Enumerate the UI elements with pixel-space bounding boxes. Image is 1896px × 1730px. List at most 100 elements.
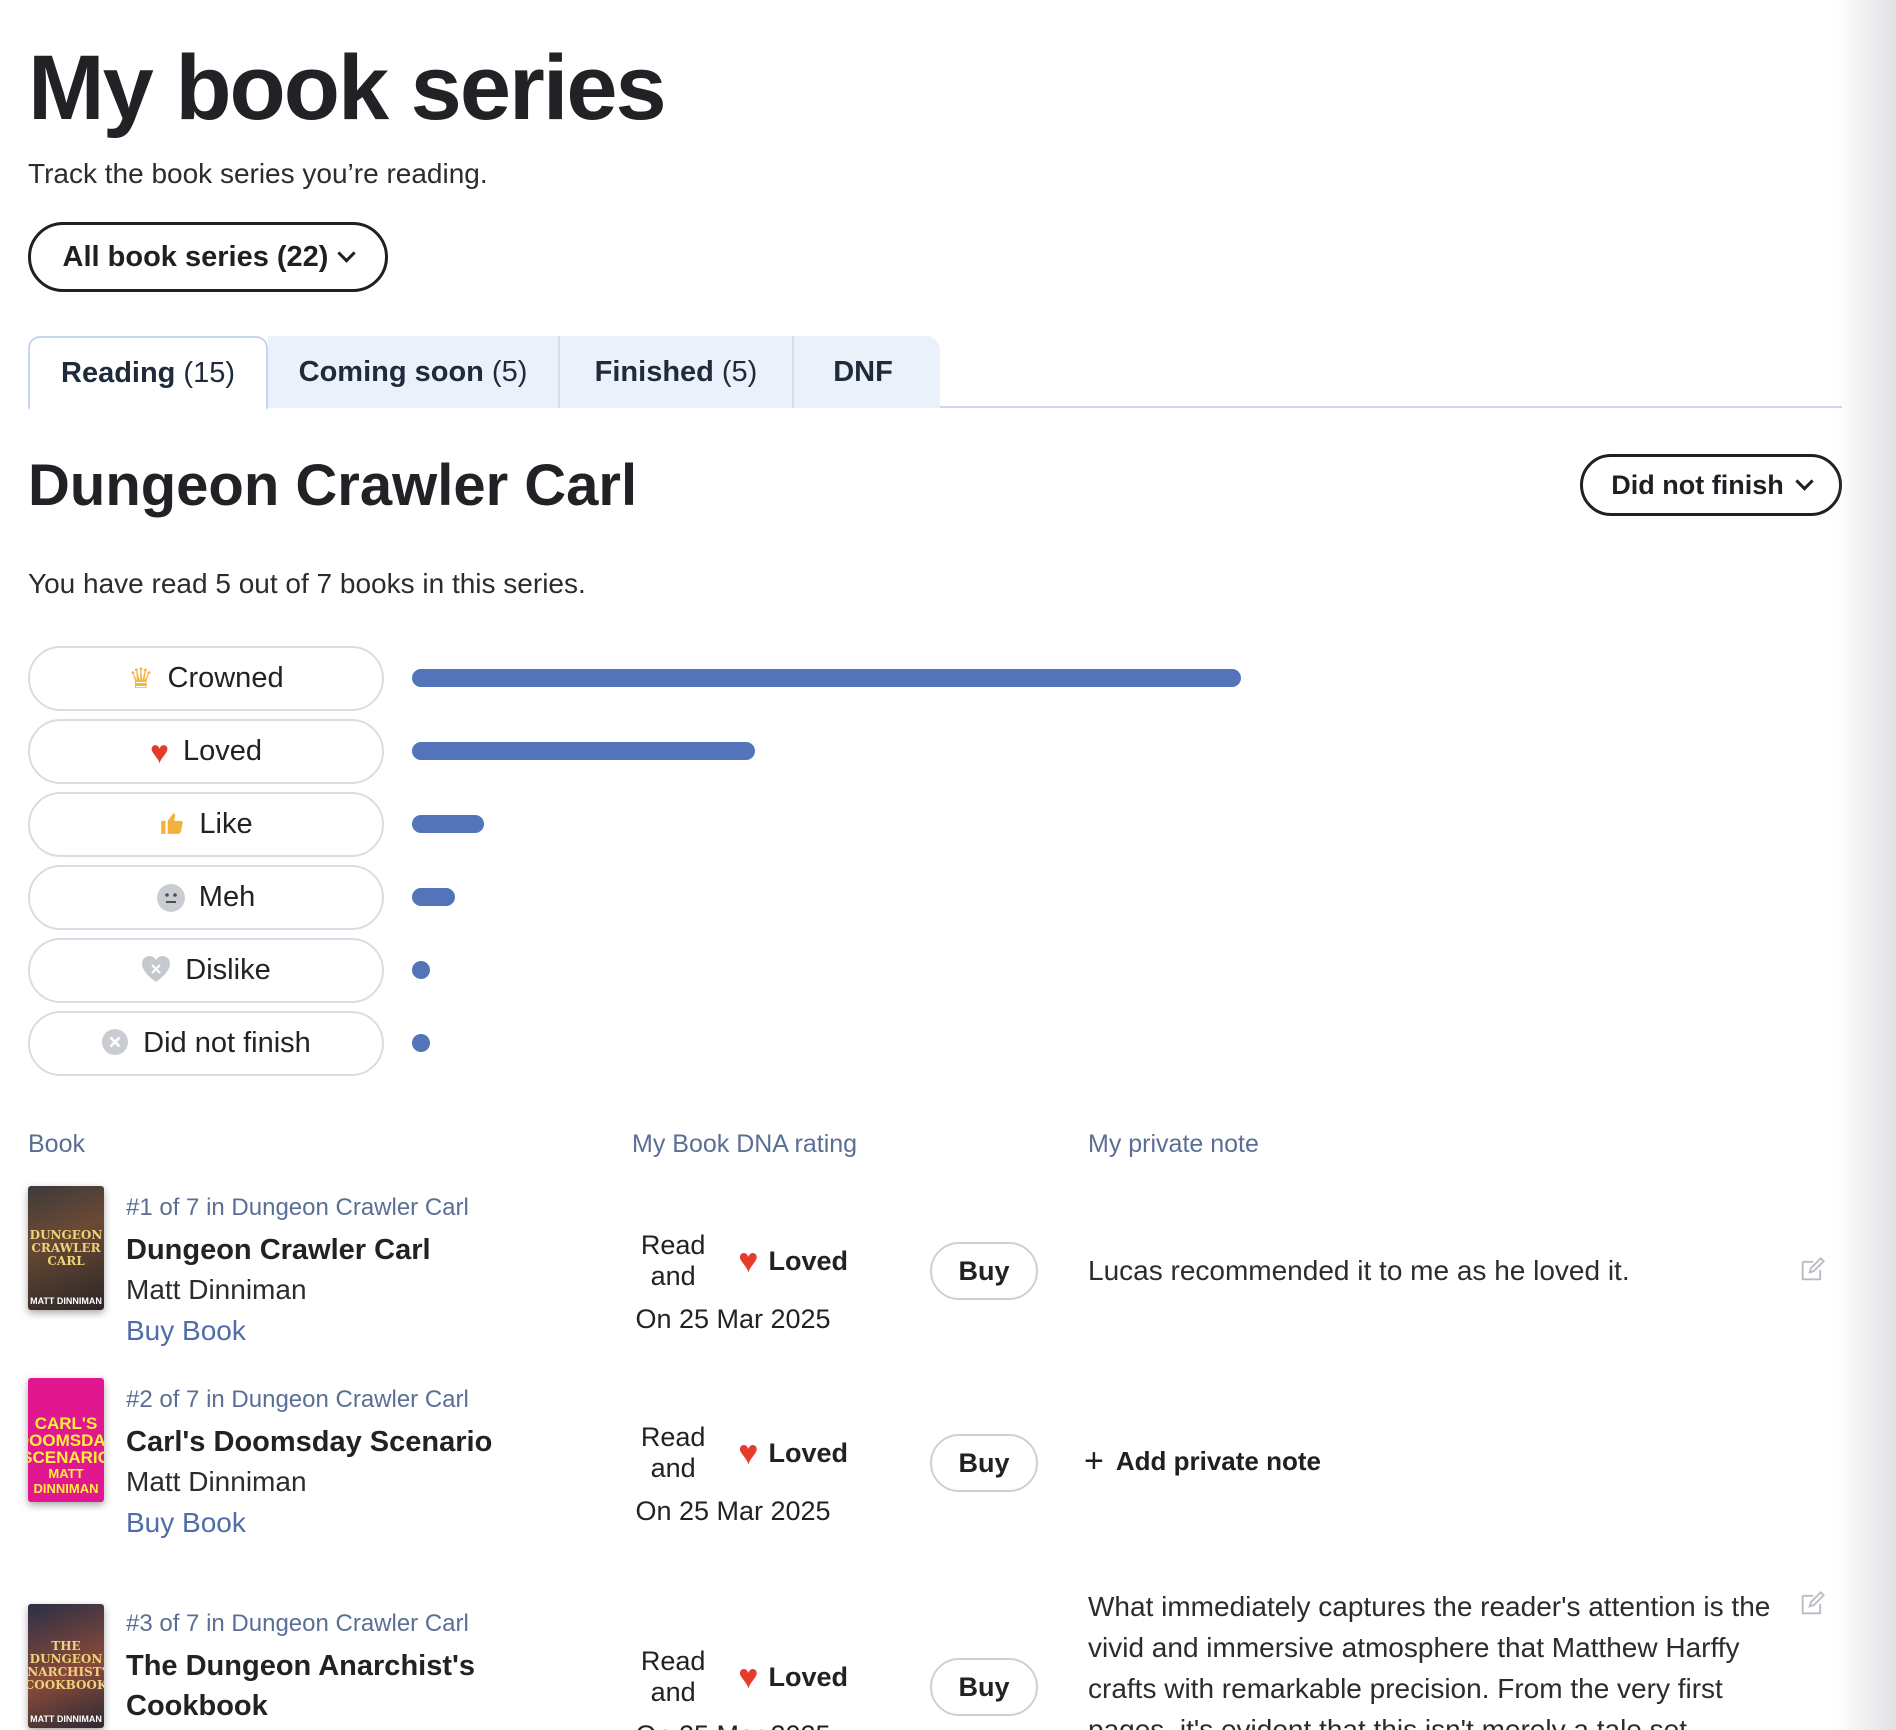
series-status-dropdown[interactable]: Did not finish — [1580, 454, 1842, 516]
window-edge-shadow — [1836, 0, 1896, 1730]
tab-coming-soon[interactable]: Coming soon (5) — [268, 336, 560, 408]
tab-dnf[interactable]: DNF — [794, 336, 940, 408]
add-private-note-button[interactable]: + Add private note — [1084, 1444, 1321, 1478]
series-filter-dropdown[interactable]: All book series (22) — [28, 222, 388, 292]
cover-author: MATT DINNIMAN — [33, 1466, 99, 1496]
page-subtitle: Track the book series you’re reading. — [28, 158, 488, 189]
book-series-position: #1 of 7 in Dungeon Crawler Carl — [126, 1194, 469, 1221]
column-header-note: My private note — [1088, 1130, 1259, 1158]
rating-row: Dislike — [28, 938, 1842, 1011]
rating-bar-track — [412, 815, 1842, 833]
tab-label: Finished — [594, 355, 714, 388]
rating-row: Like — [28, 792, 1842, 865]
book-author[interactable]: Matt Dinniman — [126, 1270, 469, 1310]
tab-label: Coming soon — [298, 355, 484, 388]
page-title: My book series — [28, 37, 667, 139]
rating-filter-meh[interactable]: Meh — [28, 865, 384, 930]
rating-distribution: ♛ Crowned ♥ Loved Like Meh Dislike Did n… — [28, 646, 1842, 1084]
book-rating: Read and ♥ Loved On 25 Mar 2025 — [618, 1422, 848, 1527]
book-cover[interactable]: CARL'S DOOMSDAY SCENARIO MATT DINNIMAN — [28, 1378, 104, 1502]
tab-count: (5) — [491, 355, 528, 388]
cover-author: MATT DINNIMAN — [30, 1714, 102, 1724]
book-series-position: #3 of 7 in Dungeon Crawler Carl — [126, 1610, 469, 1637]
cover-title: CARL'S DOOMSDAY SCENARIO — [28, 1413, 104, 1467]
private-note-text: Lucas recommended it to me as he loved i… — [1088, 1255, 1630, 1286]
rating-label: Loved — [182, 735, 262, 767]
cover-author: MATT DINNIMAN — [30, 1296, 102, 1306]
rating-filter-like[interactable]: Like — [28, 792, 384, 857]
rating-value: Loved — [768, 1245, 848, 1276]
rating-prefix: Read and — [640, 1230, 706, 1291]
tab-reading[interactable]: Reading (15) — [28, 336, 268, 410]
x-circle-icon — [101, 1028, 129, 1060]
rating-row: ♥ Loved — [28, 719, 1842, 792]
chevron-down-icon — [337, 244, 357, 263]
rating-bar-track — [412, 742, 1842, 760]
rating-bar — [412, 961, 430, 979]
cover-title: DUNGEON CRAWLER CARL — [29, 1227, 103, 1268]
heart-icon: ♥ — [738, 1658, 759, 1696]
book-author[interactable]: Matt Dinniman — [126, 1462, 492, 1502]
private-note-text: What immediately captures the reader's a… — [1088, 1591, 1771, 1730]
cover-title: THE DUNGEON ANARCHIST'S COOKBOOK — [28, 1639, 104, 1692]
rating-filter-crowned[interactable]: ♛ Crowned — [28, 646, 384, 711]
book-info: #2 of 7 in Dungeon Crawler Carl Carl's D… — [126, 1386, 492, 1544]
rating-row: Did not finish — [28, 1011, 1842, 1084]
tab-count: (5) — [721, 355, 758, 388]
rating-label: Crowned — [167, 662, 284, 694]
rating-value: Loved — [768, 1437, 848, 1468]
rating-bar-track — [412, 961, 1842, 979]
column-header-book: Book — [28, 1130, 85, 1158]
rating-prefix: Read and — [640, 1422, 706, 1483]
book-title[interactable]: Carl's Doomsday Scenario — [126, 1422, 492, 1462]
chevron-down-icon — [1795, 472, 1814, 491]
rating-date: On 25 Mar 2025 — [618, 1720, 848, 1730]
rating-label: Meh — [198, 881, 256, 913]
rating-bar — [412, 1034, 430, 1052]
rating-date: On 25 Mar 2025 — [635, 1496, 831, 1526]
rating-bar — [412, 742, 755, 760]
buy-button[interactable]: Buy — [930, 1434, 1038, 1492]
buy-button[interactable]: Buy — [930, 1658, 1038, 1716]
rating-bar-track — [412, 1034, 1842, 1052]
rating-bar-track — [412, 888, 1842, 906]
rating-bar — [412, 888, 455, 906]
rating-label: Like — [199, 808, 253, 840]
rating-filter-dislike[interactable]: Dislike — [28, 938, 384, 1003]
rating-filter-loved[interactable]: ♥ Loved — [28, 719, 384, 784]
rating-value: Loved — [768, 1661, 848, 1692]
plus-icon: + — [1084, 1442, 1104, 1480]
tab-finished[interactable]: Finished (5) — [560, 336, 794, 408]
book-rating: Read and ♥ Loved On 25 Mar 2025 — [618, 1230, 848, 1335]
buy-button[interactable]: Buy — [930, 1242, 1038, 1300]
book-title[interactable]: Dungeon Crawler Carl — [126, 1230, 469, 1270]
thumbs-up-icon — [159, 810, 185, 840]
heart-icon: ♥ — [738, 1242, 759, 1280]
page: My book series Track the book series you… — [0, 0, 1896, 1730]
rating-prefix: Read and — [640, 1646, 706, 1707]
book-series-position: #2 of 7 in Dungeon Crawler Carl — [126, 1386, 469, 1413]
heart-icon: ♥ — [149, 733, 169, 770]
book-cover[interactable]: THE DUNGEON ANARCHIST'S COOKBOOK MATT DI… — [28, 1604, 104, 1728]
buy-book-link[interactable]: Buy Book — [126, 1502, 492, 1544]
tab-label: DNF — [833, 355, 893, 388]
rating-bar — [412, 815, 484, 833]
buy-book-link[interactable]: Buy Book — [126, 1310, 469, 1352]
tab-count: (15) — [183, 356, 235, 389]
meh-face-icon — [156, 883, 185, 912]
edit-note-icon[interactable] — [1798, 1256, 1826, 1284]
series-status-label: Did not finish — [1611, 469, 1784, 500]
book-info: #1 of 7 in Dungeon Crawler Carl Dungeon … — [126, 1194, 469, 1352]
rating-date: On 25 Mar 2025 — [635, 1304, 831, 1334]
series-progress-text: You have read 5 out of 7 books in this s… — [28, 568, 586, 599]
broken-heart-icon — [141, 955, 171, 987]
edit-note-icon[interactable] — [1798, 1590, 1826, 1618]
rating-filter-did-not-finish[interactable]: Did not finish — [28, 1011, 384, 1076]
rating-row: ♛ Crowned — [28, 646, 1842, 719]
column-header-rating: My Book DNA rating — [632, 1130, 858, 1158]
book-cover[interactable]: DUNGEON CRAWLER CARL MATT DINNIMAN — [28, 1186, 104, 1310]
rating-label: Dislike — [185, 954, 271, 986]
rating-row: Meh — [28, 865, 1842, 938]
rating-label: Did not finish — [143, 1027, 311, 1059]
book-title[interactable]: The Dungeon Anarchist's Cookbook — [126, 1646, 486, 1726]
